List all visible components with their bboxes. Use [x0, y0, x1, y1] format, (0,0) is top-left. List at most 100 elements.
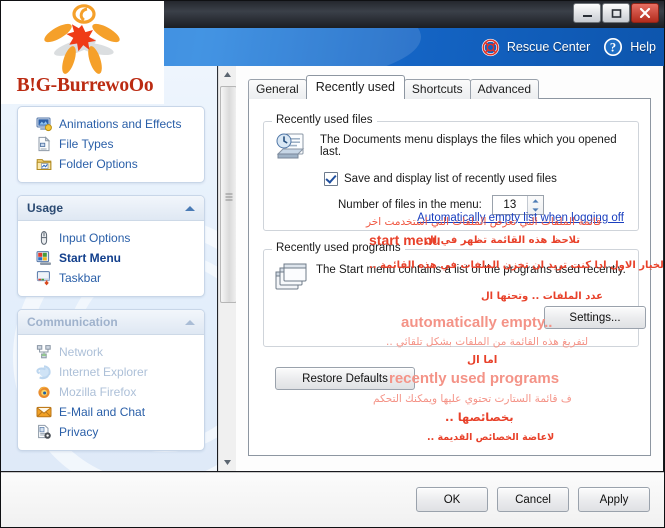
rescue-center-icon [481, 38, 500, 57]
recently-used-files-description: The Documents menu displays the files wh… [320, 134, 617, 158]
start-menu-icon [36, 250, 52, 266]
annotation-11: لاعاضة الخصائص القديمة .. [427, 432, 555, 443]
annotation-1: تلاحظ هذه القائمة تظهر في ال [425, 235, 581, 246]
sidebar-group-usage-body: Input Options Start Menu Taskbar [18, 221, 204, 296]
network-icon [36, 344, 52, 360]
tab-strip: General Recently used Shortcuts Advanced [248, 75, 539, 99]
tab-page-recently-used: Recently used files The Documents menu d… [248, 98, 663, 456]
sidebar-item-input-options[interactable]: Input Options [18, 228, 204, 248]
sidebar-item-label: Taskbar [59, 271, 102, 285]
tab-label: Advanced [477, 82, 531, 96]
sidebar-item-label: File Types [59, 137, 114, 151]
scrollbar-grip-icon [225, 191, 232, 200]
sidebar-item-internet-explorer[interactable]: Internet Explorer [18, 362, 204, 382]
save-recently-used-files-checkbox-row[interactable]: Save and display list of recently used f… [324, 172, 557, 186]
firefox-icon [36, 384, 52, 400]
tab-shortcuts[interactable]: Shortcuts [403, 79, 471, 99]
maximize-button[interactable] [602, 3, 630, 23]
sidebar-group-usage-title: Usage [27, 201, 64, 215]
envelope-icon [36, 404, 52, 420]
sidebar-item-label: Input Options [59, 231, 131, 245]
help-icon: ? [603, 37, 623, 57]
brand-logo-text: B!G-BurrewoOo [16, 75, 154, 96]
tab-general[interactable]: General [248, 79, 307, 99]
apply-button[interactable]: Apply [578, 487, 650, 512]
sidebar: Animations and Effects File Types Folder… [1, 66, 217, 471]
svg-text:?: ? [610, 41, 616, 55]
documents-menu-icon [274, 132, 308, 169]
settings-button[interactable]: Settings... [544, 306, 646, 329]
restore-defaults-label: Restore Defaults [302, 372, 388, 385]
annotation-10: بخصائصها .. [445, 410, 514, 424]
rescue-center-label[interactable]: Rescue Center [507, 40, 590, 54]
brand-logo-icon [44, 4, 120, 74]
sidebar-item-label: Animations and Effects [59, 117, 182, 131]
sidebar-item-file-types[interactable]: File Types [18, 134, 204, 154]
internet-explorer-icon [36, 364, 52, 380]
number-of-files-label: Number of files in the menu: [338, 199, 482, 211]
sidebar-item-folder-options[interactable]: Folder Options [18, 154, 204, 174]
restore-defaults-button[interactable]: Restore Defaults [275, 367, 415, 390]
help-label[interactable]: Help [630, 40, 656, 54]
stepper-up-icon[interactable] [528, 196, 543, 205]
sidebar-group-usage-header[interactable]: Usage [18, 196, 204, 221]
save-recently-used-files-checkbox[interactable] [324, 172, 338, 186]
group-legend: Recently used files [272, 114, 377, 126]
brand-logo-plate: B!G-BurrewoOo [1, 1, 164, 104]
mouse-icon [36, 230, 52, 246]
sidebar-group-appearance: Animations and Effects File Types Folder… [17, 106, 205, 183]
group-legend: Recently used programs [272, 242, 405, 254]
scroll-up-arrow-icon[interactable] [219, 66, 236, 83]
sidebar-item-email-and-chat[interactable]: E-Mail and Chat [18, 402, 204, 422]
ok-button[interactable]: OK [416, 487, 488, 512]
chevron-up-icon[interactable] [185, 205, 195, 211]
minimize-button[interactable] [573, 3, 601, 23]
sidebar-item-privacy[interactable]: Privacy [18, 422, 204, 442]
tab-label: General [256, 82, 299, 96]
sidebar-item-label: E-Mail and Chat [59, 405, 146, 419]
save-recently-used-files-label: Save and display list of recently used f… [344, 173, 557, 185]
settings-button-label: Settings... [569, 311, 621, 324]
dialog-footer: OK Cancel Apply [1, 472, 664, 527]
sidebar-item-network[interactable]: Network [18, 342, 204, 362]
main-pane: General Recently used Shortcuts Advanced… [236, 66, 663, 471]
sidebar-item-start-menu[interactable]: Start Menu [18, 248, 204, 268]
sidebar-item-mozilla-firefox[interactable]: Mozilla Firefox [18, 382, 204, 402]
monitor-effects-icon [36, 116, 52, 132]
recently-used-programs-description: The Start menu contains a list of the pr… [316, 264, 626, 276]
ok-button-label: OK [443, 493, 461, 506]
tab-label: Shortcuts [411, 82, 463, 96]
scroll-down-arrow-icon[interactable] [219, 454, 236, 471]
tab-advanced[interactable]: Advanced [469, 79, 539, 99]
cancel-button[interactable]: Cancel [497, 487, 569, 512]
automatically-empty-link[interactable]: Automatically empty list when logging of… [417, 212, 624, 224]
privacy-icon [36, 424, 52, 440]
footer-buttons: OK Cancel Apply [416, 487, 650, 512]
cancel-button-label: Cancel [515, 493, 551, 506]
file-types-icon [36, 136, 52, 152]
sidebar-scrollbar[interactable] [218, 66, 237, 471]
apply-button-label: Apply [599, 493, 629, 506]
window-caption-buttons [573, 3, 659, 23]
annotation-9: ف قائمة الستارت تحتوي عليها ويمكنك التحك… [373, 393, 572, 405]
sidebar-item-taskbar[interactable]: Taskbar [18, 268, 204, 288]
sidebar-item-animations-and-effects[interactable]: Animations and Effects [18, 114, 204, 134]
tab-label: Recently used [315, 80, 395, 94]
tab-recently-used[interactable]: Recently used [305, 75, 405, 99]
annotation-7: اما ال [467, 354, 498, 366]
sidebar-group-communication-body: Network Internet Explorer Mozilla Firefo… [18, 335, 204, 450]
scrollbar-thumb[interactable] [220, 86, 237, 303]
folder-options-icon [36, 156, 52, 172]
sidebar-item-label: Start Menu [59, 251, 122, 265]
sidebar-content: Animations and Effects File Types Folder… [1, 106, 217, 451]
close-button[interactable] [631, 3, 659, 23]
sidebar-item-label: Privacy [59, 425, 99, 439]
programs-stack-icon [274, 262, 308, 299]
sidebar-item-label: Network [59, 345, 104, 359]
group-recently-used-programs: Recently used programs The Start menu co… [263, 242, 646, 347]
sidebar-group-communication: Communication Network Internet Explorer … [17, 309, 205, 451]
sidebar-item-label: Mozilla Firefox [59, 385, 137, 399]
sidebar-item-label: Folder Options [59, 157, 138, 171]
sidebar-group-communication-header[interactable]: Communication [18, 310, 204, 335]
chevron-up-icon[interactable] [185, 319, 195, 325]
